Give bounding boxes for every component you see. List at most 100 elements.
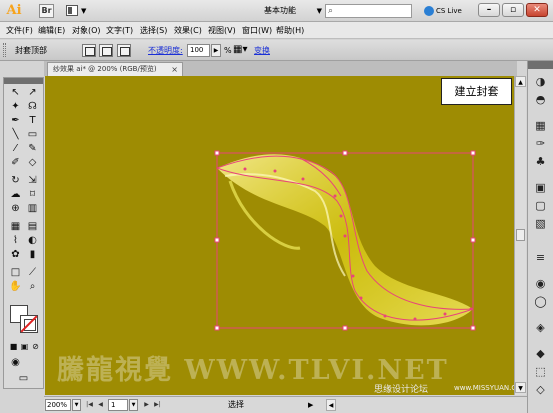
blob-brush-tool-icon[interactable]: ✐: [8, 156, 23, 170]
blend-tool-icon[interactable]: ◐: [25, 234, 40, 248]
menu-view[interactable]: 视图(V): [208, 22, 236, 39]
layers-panel-icon[interactable]: ◆: [533, 346, 548, 361]
hand-tool-icon[interactable]: ✋: [8, 280, 23, 294]
eyedropper-tool-icon[interactable]: ⌇: [8, 234, 23, 248]
pen-tool-icon[interactable]: ✒: [8, 114, 23, 128]
status-bar: 200% ▼ |◀ ◀ 1 ▼ ▶ ▶| 选择 ▶ ◀: [44, 396, 527, 413]
color-guide-panel-icon[interactable]: ◓: [533, 92, 548, 107]
cs-live-button[interactable]: CS Live: [424, 4, 474, 18]
scroll-left-icon[interactable]: ◀: [326, 399, 336, 411]
scroll-down-icon[interactable]: ▼: [515, 382, 526, 393]
site-watermark: 思缘设计论坛: [374, 385, 429, 395]
arrange-documents-icon: [66, 5, 78, 16]
first-page-icon[interactable]: |◀: [85, 399, 94, 411]
selection-tool-icon[interactable]: ↖: [8, 86, 23, 100]
artboard-tool-icon[interactable]: □: [8, 266, 23, 280]
scroll-up-icon[interactable]: ▲: [515, 76, 526, 87]
menu-window[interactable]: 窗口(W): [242, 22, 272, 39]
brushes-panel-icon[interactable]: ✑: [533, 136, 548, 151]
page-dropdown-icon[interactable]: ▼: [129, 399, 138, 411]
current-tool-label[interactable]: 选择: [228, 397, 244, 413]
search-input[interactable]: ⌕: [325, 4, 412, 18]
restore-button[interactable]: ▫: [502, 3, 524, 17]
opacity-field[interactable]: 100: [187, 44, 210, 57]
status-menu-icon[interactable]: ▶: [308, 397, 313, 413]
artboard-canvas[interactable]: 建立封套 騰龍視覺 WWW.TLVI.NET 思缘设计论坛 www.MISSYU…: [45, 76, 514, 395]
close-button[interactable]: ✕: [526, 3, 548, 17]
magic-wand-tool-icon[interactable]: ✦: [8, 100, 23, 114]
rotate-tool-icon[interactable]: ↻: [8, 174, 23, 188]
page-field[interactable]: 1: [108, 399, 128, 411]
line-tool-icon[interactable]: ╲: [8, 128, 23, 142]
transparency-mask-icon[interactable]: ◯: [533, 294, 548, 309]
last-page-icon[interactable]: ▶|: [153, 399, 162, 411]
rectangle-tool-icon[interactable]: ▭: [25, 128, 40, 142]
graphic-styles-panel-icon[interactable]: ▣: [533, 180, 548, 195]
pencil-tool-icon[interactable]: ✎: [25, 142, 40, 156]
previous-page-icon[interactable]: ◀: [96, 399, 105, 411]
draw-mode-icon[interactable]: ◉: [8, 356, 23, 370]
menu-object[interactable]: 对象(O): [72, 22, 101, 39]
recolor-grid-icon[interactable]: ▦▾: [233, 44, 251, 57]
close-tab-icon[interactable]: ×: [171, 63, 178, 76]
menu-help[interactable]: 帮助(H): [276, 22, 304, 39]
menu-type[interactable]: 文字(T): [106, 22, 133, 39]
edit-envelope-icon[interactable]: [82, 44, 96, 57]
menu-edit[interactable]: 编辑(E): [38, 22, 65, 39]
next-page-icon[interactable]: ▶: [142, 399, 151, 411]
column-graph-tool-icon[interactable]: ▮: [25, 248, 40, 262]
free-transform-tool-icon[interactable]: ⌑: [25, 188, 40, 202]
warp-tool-icon[interactable]: ☁: [8, 188, 23, 202]
envelope-options-icon[interactable]: [117, 44, 131, 57]
mesh-tool-icon[interactable]: ▦: [8, 220, 23, 234]
zoom-dropdown-icon[interactable]: ▼: [72, 399, 81, 411]
panel-grip-icon[interactable]: [3, 43, 6, 57]
edit-contents-icon[interactable]: [99, 44, 113, 57]
paintbrush-tool-icon[interactable]: ⁄: [8, 142, 23, 156]
transform-link[interactable]: 变换: [254, 40, 270, 61]
symbols-panel-icon[interactable]: ♣: [533, 154, 548, 169]
opacity-arrow-icon[interactable]: ▶: [211, 44, 221, 57]
transparency-panel-icon[interactable]: ▧: [533, 216, 548, 231]
vertical-scrollbar[interactable]: ▲ ▼: [514, 76, 526, 395]
bridge-button[interactable]: Br: [39, 4, 54, 18]
document-tab-strip: 纱效果 ai* @ 200% (RGB/预览) ×: [44, 61, 517, 76]
eraser-tool-icon[interactable]: ◇: [25, 156, 40, 170]
direct-selection-tool-icon[interactable]: ↗: [25, 86, 40, 100]
opacity-link[interactable]: 不透明度:: [148, 40, 183, 61]
shape-builder-tool-icon[interactable]: ⊕: [8, 202, 23, 216]
stroke-panel-icon[interactable]: ≡: [533, 250, 548, 265]
artboards-panel-icon[interactable]: ⬚: [533, 364, 548, 379]
menu-select[interactable]: 选择(S): [140, 22, 167, 39]
gradient-panel-icon[interactable]: ◉: [533, 276, 548, 291]
swatches-panel-icon[interactable]: ▦: [533, 118, 548, 133]
perspective-grid-tool-icon[interactable]: ▥: [25, 202, 40, 216]
menu-file[interactable]: 文件(F): [6, 22, 33, 39]
appearance-panel-icon[interactable]: ▢: [533, 198, 548, 213]
minimize-button[interactable]: –: [478, 3, 500, 17]
menu-effect[interactable]: 效果(C): [174, 22, 202, 39]
panel-dock-header[interactable]: [528, 61, 553, 69]
arrange-documents-button[interactable]: ▼: [64, 4, 90, 18]
lasso-tool-icon[interactable]: ☊: [25, 100, 40, 114]
tools-panel-header[interactable]: [4, 78, 43, 84]
workspace-label: 基本功能: [264, 6, 296, 15]
cs-live-label: CS Live: [436, 7, 462, 15]
color-panel-icon[interactable]: ◑: [533, 74, 548, 89]
symbol-sprayer-tool-icon[interactable]: ✿: [8, 248, 23, 262]
type-tool-icon[interactable]: T: [25, 114, 40, 128]
screen-mode-icon[interactable]: ▭: [16, 372, 31, 386]
links-panel-icon[interactable]: ◇: [533, 382, 548, 397]
zoom-field[interactable]: 200%: [45, 399, 71, 411]
zoom-tool-icon[interactable]: ⌕: [25, 280, 40, 294]
slice-tool-icon[interactable]: ⟋: [25, 266, 40, 280]
scroll-thumb[interactable]: [516, 229, 525, 241]
none-mode-icon[interactable]: ⊘: [28, 340, 43, 354]
workspace-switcher[interactable]: 基本功能 ▼: [264, 4, 322, 18]
document-tab[interactable]: 纱效果 ai* @ 200% (RGB/预览) ×: [47, 62, 183, 76]
scale-tool-icon[interactable]: ⇲: [25, 174, 40, 188]
align-panel-icon[interactable]: ◈: [533, 320, 548, 335]
stroke-color-swatch[interactable]: [20, 315, 38, 333]
gradient-tool-icon[interactable]: ▤: [25, 220, 40, 234]
site-watermark-url: www.MISSYUAN.COM: [454, 384, 514, 392]
